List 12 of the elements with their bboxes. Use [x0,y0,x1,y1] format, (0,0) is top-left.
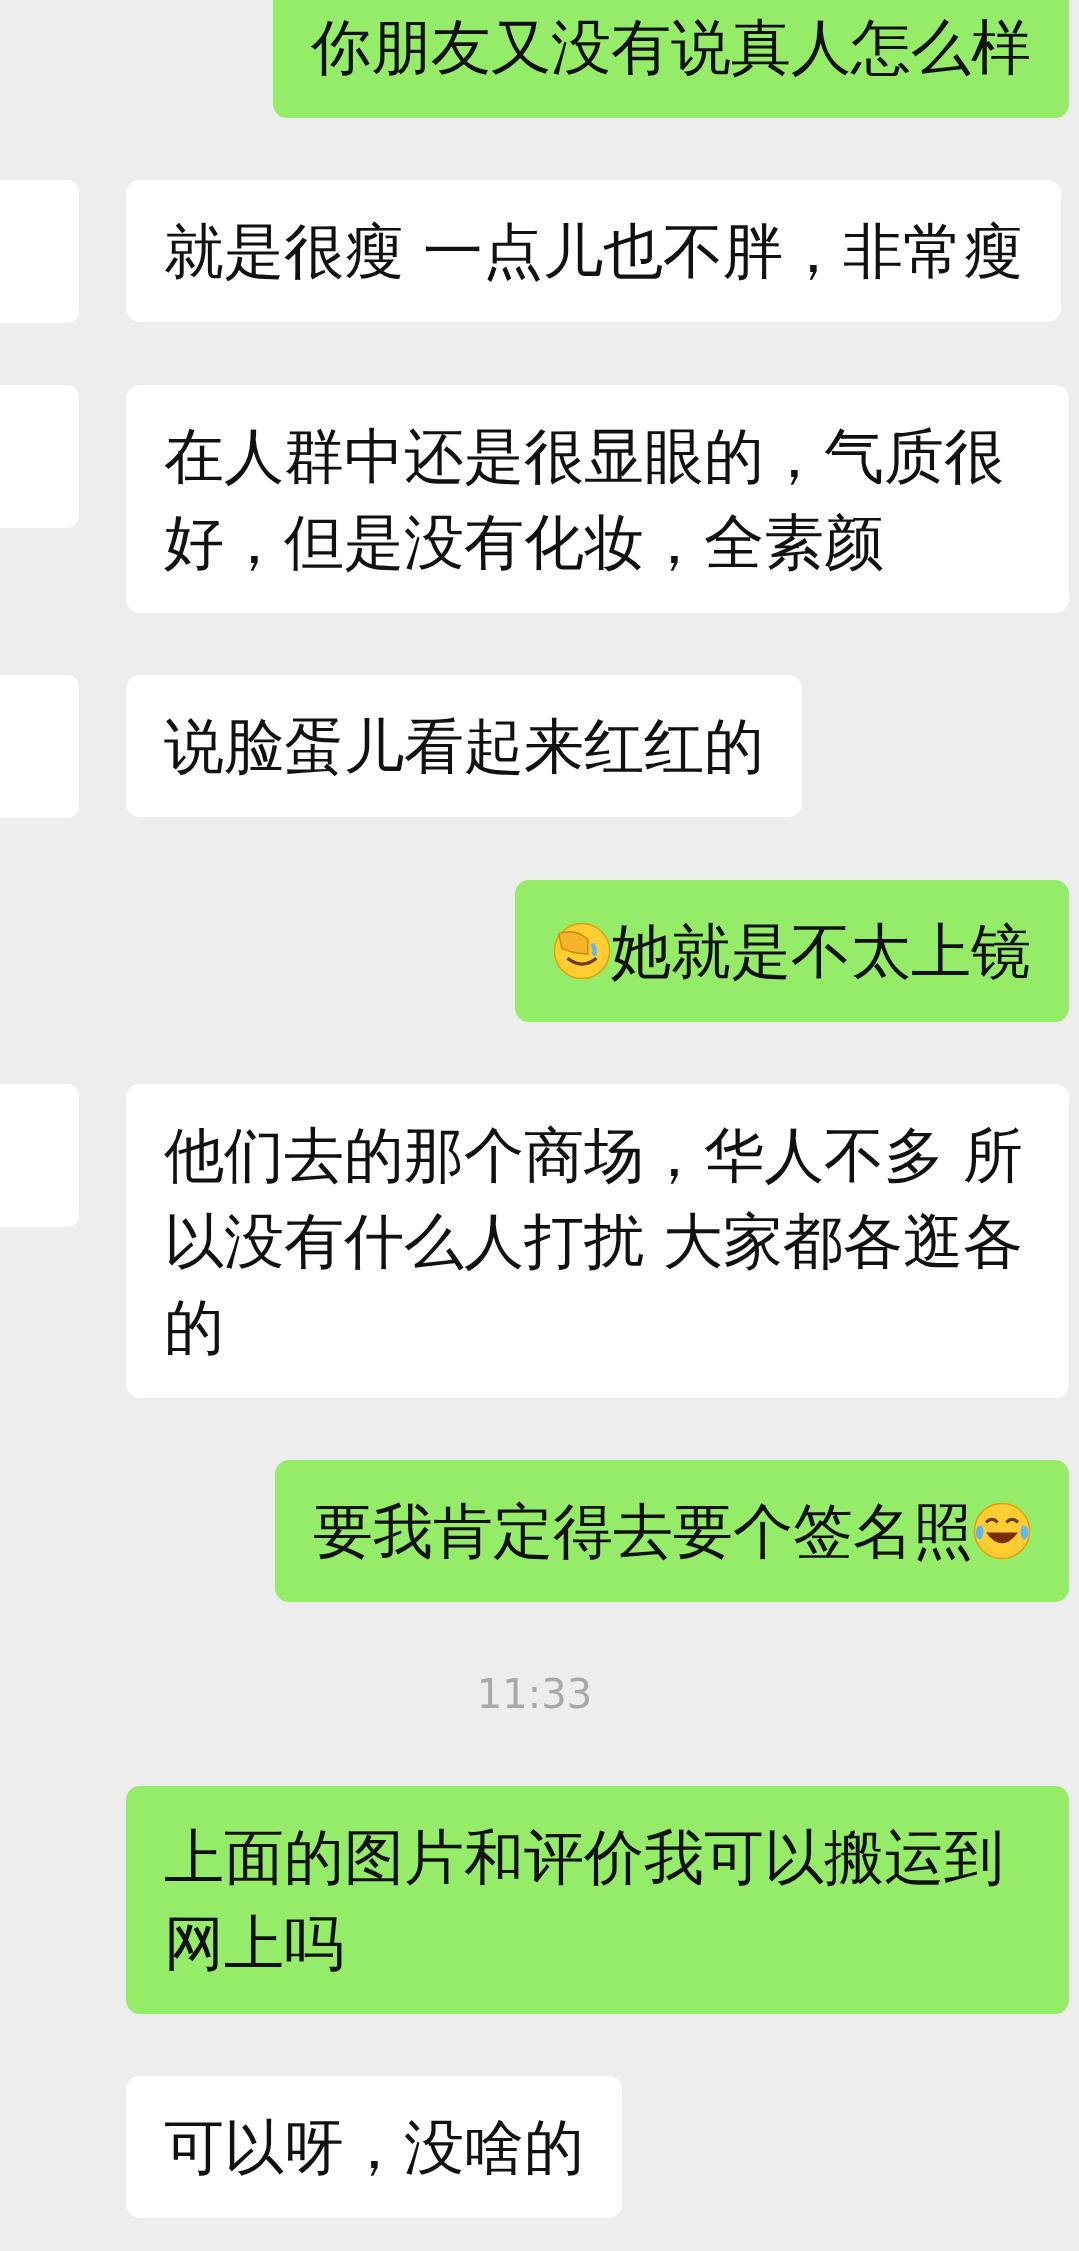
received-message: 在人群中还是很显眼的，气质很好，但是没有化妆，全素颜 [126,385,1069,613]
received-message: 就是很瘦 一点儿也不胖，非常瘦 [126,180,1062,322]
laughing-emoji-icon [973,1502,1031,1560]
received-message: 说脸蛋儿看起来红红的 [126,675,802,817]
timestamp: 11:33 [476,1670,593,1719]
facepalm-emoji-icon [553,922,611,980]
received-message: 他们去的那个商场，华人不多 所以没有什么人打扰 大家都各逛各的 [126,1084,1069,1398]
sent-message: 上面的图片和评价我可以搬运到网上吗 [126,1786,1069,2014]
received-message: 可以呀，没啥的 [126,2076,622,2218]
sent-message: 要我肯定得去要个签名照 [275,1460,1069,1602]
sent-message: 你朋友又没有说真人怎么样 [273,0,1069,118]
sent-message: 她就是不太上镜 [515,880,1069,1022]
